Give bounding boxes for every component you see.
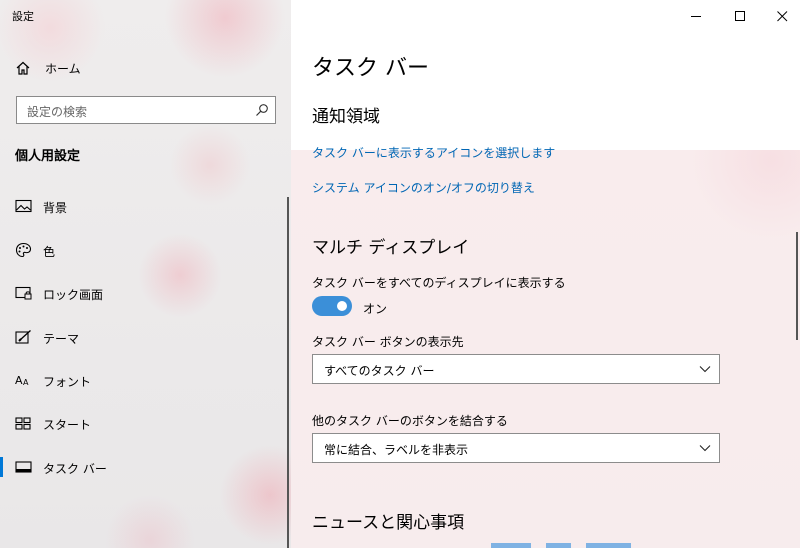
close-button[interactable] [759, 0, 800, 32]
theme-icon [15, 329, 32, 345]
sidebar-item-colors[interactable]: 色 [0, 232, 285, 268]
toggle-state-label: オン [363, 302, 388, 316]
lock-screen-icon [15, 285, 32, 301]
palette-icon [15, 242, 32, 258]
dropdown-value: 常に結合、ラベルを非表示 [324, 443, 469, 457]
sidebar-item-label: スタート [43, 418, 92, 432]
sidebar-item-fonts[interactable]: A A フォント [0, 362, 285, 398]
chevron-down-icon [699, 366, 711, 373]
select-icons-link[interactable]: タスク バーに表示するアイコンを選択します [312, 144, 555, 161]
show-on-all-displays-toggle[interactable] [312, 296, 352, 316]
settings-window: 設定 ホーム 設定の検索 個人用設定 背景 色 ロック画面 テーマ A A フォ… [0, 0, 800, 548]
search-input[interactable]: 設定の検索 [16, 96, 276, 124]
minimize-button[interactable] [673, 0, 719, 32]
sidebar-item-label: ホーム [45, 62, 81, 76]
font-icon: A A [15, 372, 32, 388]
svg-text:A: A [23, 378, 29, 387]
dropdown-value: すべてのタスク バー [324, 364, 435, 378]
chevron-down-icon [699, 445, 711, 452]
sidebar-item-start[interactable]: スタート [0, 405, 285, 441]
sidebar-item-label: フォント [43, 375, 92, 389]
show-on-all-displays-label: タスク バーをすべてのディスプレイに表示する [312, 276, 566, 290]
taskbar-icon [15, 459, 32, 475]
combine-buttons-label: 他のタスク バーのボタンを結合する [312, 414, 508, 428]
svg-text:A: A [15, 374, 23, 387]
news-heading: ニュースと関心事項 [312, 513, 465, 533]
sidebar-item-home[interactable]: ホーム [0, 53, 291, 83]
multi-display-heading: マルチ ディスプレイ [312, 238, 470, 258]
picture-icon [15, 198, 32, 214]
main-content: タスク バー 通知領域 タスク バーに表示するアイコンを選択します システム ア… [291, 0, 800, 548]
search-placeholder: 設定の検索 [27, 105, 88, 119]
partially-visible-content [491, 543, 641, 548]
system-icons-link[interactable]: システム アイコンのオン/オフの切り替え [312, 179, 535, 196]
sidebar-item-background[interactable]: 背景 [0, 188, 285, 224]
selection-indicator [0, 457, 3, 477]
home-icon [15, 60, 31, 76]
start-icon [15, 415, 32, 431]
sidebar-item-themes[interactable]: テーマ [0, 319, 285, 355]
buttons-location-dropdown[interactable]: すべてのタスク バー [312, 354, 720, 384]
content-scrollbar[interactable] [796, 232, 798, 340]
sidebar-item-label: テーマ [43, 332, 80, 346]
sidebar: 設定 ホーム 設定の検索 個人用設定 背景 色 ロック画面 テーマ A A フォ… [0, 0, 291, 548]
buttons-location-label: タスク バー ボタンの表示先 [312, 335, 464, 349]
notification-area-heading: 通知領域 [312, 107, 380, 127]
maximize-icon [735, 11, 745, 21]
sidebar-item-label: タスク バー [43, 462, 107, 476]
sidebar-scrollbar[interactable] [287, 197, 289, 548]
sidebar-section-title: 個人用設定 [15, 149, 81, 164]
toggle-knob [337, 301, 347, 311]
sidebar-item-lock-screen[interactable]: ロック画面 [0, 275, 285, 311]
sidebar-item-taskbar[interactable]: タスク バー [0, 449, 285, 485]
app-title: 設定 [12, 10, 34, 23]
close-icon [777, 11, 788, 22]
maximize-button[interactable] [717, 0, 763, 32]
minimize-icon [691, 16, 701, 17]
combine-buttons-dropdown[interactable]: 常に結合、ラベルを非表示 [312, 433, 720, 463]
sidebar-item-label: ロック画面 [43, 288, 104, 302]
sidebar-item-label: 背景 [43, 201, 68, 215]
sidebar-item-label: 色 [43, 245, 56, 259]
search-icon [255, 103, 269, 117]
page-title: タスク バー [312, 56, 429, 81]
